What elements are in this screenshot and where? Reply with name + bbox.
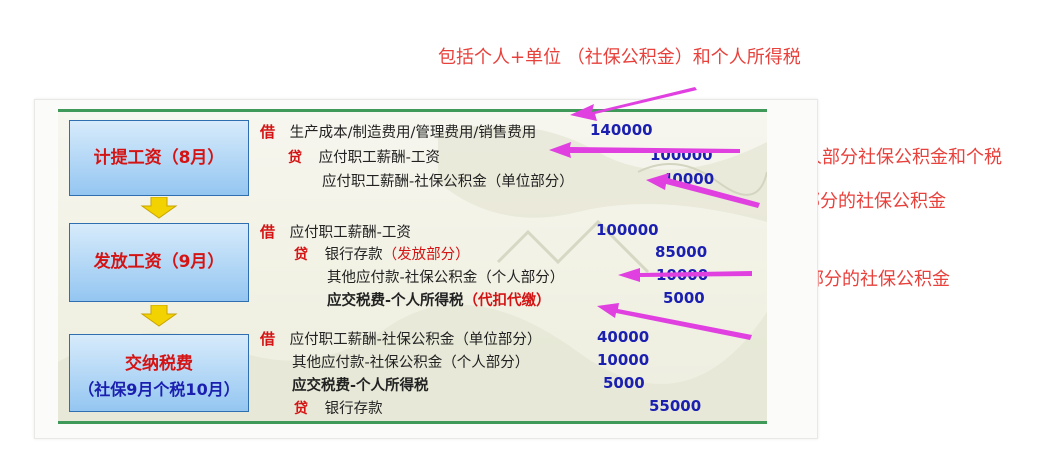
arrow-icon [618, 268, 752, 282]
arrow-icon [646, 173, 760, 208]
arrow-icon [570, 87, 697, 121]
annotation-arrows [549, 87, 760, 340]
arrow-icon [597, 303, 752, 340]
arrow-icon [549, 142, 740, 158]
